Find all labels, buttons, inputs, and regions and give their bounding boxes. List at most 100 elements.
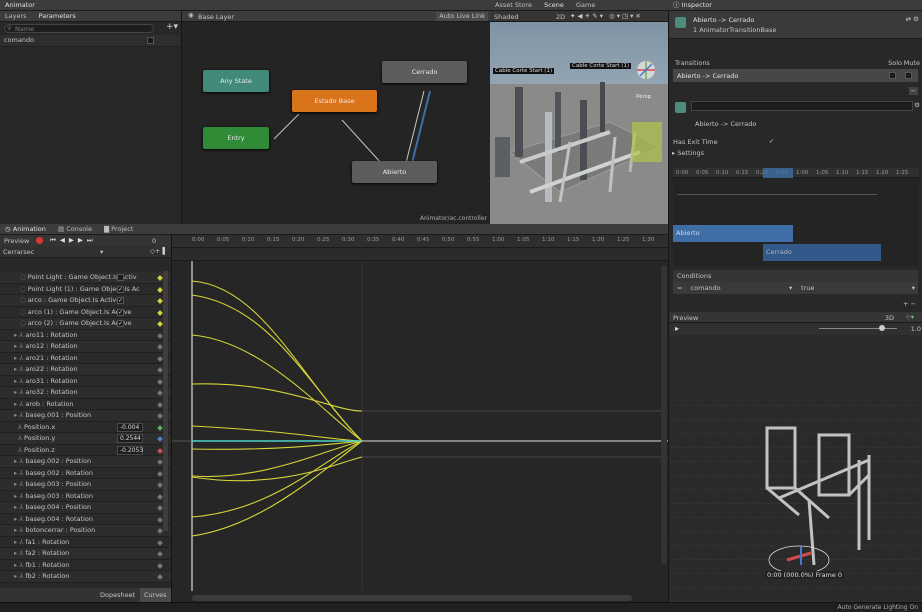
keyframe-diamond-icon[interactable] — [157, 344, 163, 350]
toggle-2d-button[interactable]: 2D — [556, 13, 565, 21]
keyframe-diamond-icon[interactable] — [157, 275, 163, 281]
condition-value-chevron[interactable]: ▾ — [912, 284, 915, 292]
add-parameter-button[interactable]: +▾ — [166, 22, 178, 32]
track-checkbox[interactable]: ✓ — [117, 320, 124, 327]
keyframe-diamond-icon[interactable] — [157, 470, 163, 477]
track-row[interactable]: ▸ ⅄ aro21 : Rotation — [0, 352, 171, 364]
preview-play-button[interactable]: ▸ — [675, 324, 679, 333]
keyframe-tools[interactable]: ◇+ ▌ — [150, 247, 168, 255]
state-estado-base[interactable]: Estado Base — [292, 90, 377, 112]
track-row[interactable]: ▸ ⅄ arob : Rotation — [0, 398, 171, 410]
curve-editor[interactable]: 0:00 0:05 0:10 0:15 0:20 0:25 0:30 0:35 0:40 0:45… — [172, 235, 668, 602]
timeline-dest-bar[interactable]: Cerrado — [763, 244, 881, 261]
track-row[interactable]: ▸ ⅄ aro12 : Rotation — [0, 341, 171, 353]
has-exit-time-checkbox[interactable]: ✓ — [769, 138, 774, 145]
track-checkbox[interactable] — [117, 274, 124, 281]
transition-timeline[interactable]: 0:000:050:100:150:200:251:001:051:101:15… — [673, 168, 919, 266]
parameter-toggle[interactable] — [147, 37, 154, 44]
keyframe-diamond-icon[interactable] — [157, 424, 163, 431]
animator-graph[interactable]: ◉ Base Layer Auto Live Link Any State En… — [182, 11, 490, 224]
dopesheet-button[interactable]: Dopesheet — [100, 591, 135, 599]
track-row[interactable]: ▸ ⅄ baseg.003 : Rotation — [0, 490, 171, 502]
keyframe-diamond-icon[interactable] — [157, 493, 163, 500]
track-row[interactable]: ▸ ⅄ baseg.001 : Position — [0, 410, 171, 422]
track-row[interactable]: ▸ ⅄ baseg.002 : Position — [0, 456, 171, 468]
keyframe-diamond-icon[interactable] — [157, 298, 163, 304]
keyframe-diamond-icon[interactable] — [157, 321, 163, 327]
timeline-source-bar[interactable]: Abierto — [673, 225, 793, 242]
track-row[interactable]: ▸ ⅄ aro22 : Rotation — [0, 364, 171, 376]
scene-view[interactable]: Cable Corte Start (1) Cable Corte Start … — [490, 22, 668, 224]
track-value-field[interactable]: 0.2544 — [117, 434, 143, 443]
condition-value-dropdown[interactable]: true — [801, 284, 814, 292]
track-row[interactable]: ⅄ Position.x -0.004 — [0, 421, 171, 433]
tab-animator[interactable]: Animator — [0, 0, 40, 10]
frame-field[interactable]: 0 — [152, 237, 156, 245]
settings-foldout[interactable]: ▸ Settings — [672, 149, 704, 157]
keyframe-diamond-icon[interactable] — [157, 413, 163, 419]
state-entry[interactable]: Entry — [203, 127, 269, 149]
remove-condition-button[interactable]: − — [911, 300, 916, 308]
tab-game[interactable]: Game — [571, 0, 600, 10]
track-row[interactable]: ⅄ Position.z -0.2053 — [0, 444, 171, 456]
track-row[interactable]: ◌ arco : Game Object.Is Active ✓ — [0, 295, 171, 307]
preview-toggle[interactable]: Preview — [4, 237, 29, 245]
tab-inspector[interactable]: ⓘ Inspector — [668, 0, 717, 10]
condition-param-dropdown[interactable]: = comando — [677, 284, 721, 292]
condition-param-chevron[interactable]: ▾ — [789, 284, 792, 292]
shading-mode-dropdown[interactable]: Shaded — [494, 13, 518, 21]
track-row[interactable]: ⅄ Position.y 0.2544 — [0, 433, 171, 445]
track-row[interactable]: ▸ ⅄ fa1 : Rotation — [0, 536, 171, 548]
preview-pivot-icon[interactable]: ⊹▾ — [905, 313, 914, 321]
track-row[interactable]: ▸ ⅄ fb1 : Rotation — [0, 559, 171, 571]
keyframe-diamond-icon[interactable] — [157, 286, 163, 293]
tab-console[interactable]: ▤ Console — [53, 224, 97, 234]
inspector-settings-icon[interactable]: ⇄ ⚙ — [906, 15, 919, 23]
tab-animation[interactable]: ◷ Animation — [0, 224, 51, 234]
track-row[interactable]: ◌ Point Light (1) : Game Object.Is Ac ✓ — [0, 283, 171, 295]
transition-list-item[interactable]: Abierto -> Cerrado — [673, 69, 918, 82]
track-value-field[interactable]: -0.2053 — [117, 445, 143, 455]
transition-name-field[interactable] — [691, 101, 913, 111]
keyframe-diamond-icon[interactable] — [157, 447, 163, 454]
mute-checkbox[interactable] — [905, 72, 912, 79]
track-row[interactable]: ◌ arco (2) : Game Object.Is Active ✓ — [0, 318, 171, 330]
track-row[interactable]: ◌ arco (1) : Game Object.Is Active ✓ — [0, 306, 171, 318]
scene-persp-label[interactable]: Persp — [636, 94, 651, 100]
track-row[interactable]: ▸ ⅄ botoncerrar : Position — [0, 525, 171, 537]
keyframe-diamond-icon[interactable] — [157, 390, 163, 396]
track-row[interactable]: ▸ ⅄ baseg.003 : Position — [0, 479, 171, 491]
clip-dropdown-chevron[interactable]: ▾ — [100, 248, 103, 256]
curves-button[interactable]: Curves — [140, 588, 171, 602]
keyframe-diamond-icon[interactable] — [157, 436, 163, 442]
track-row[interactable]: ▸ ⅄ fa2 : Rotation — [0, 548, 171, 560]
clip-dropdown[interactable]: Cerrarsec — [3, 248, 34, 256]
track-row[interactable]: ▸ ⅄ baseg.004 : Rotation — [0, 513, 171, 525]
state-abierto[interactable]: Abierto — [352, 161, 437, 183]
track-row[interactable]: ▸ ⅄ aro11 : Rotation — [0, 329, 171, 341]
record-icon[interactable] — [36, 237, 43, 244]
track-value-field[interactable]: -0.004 — [117, 422, 143, 432]
curves-v-scrollbar[interactable] — [661, 265, 667, 565]
keyframe-diamond-icon[interactable] — [157, 551, 163, 557]
keyframe-diamond-icon[interactable] — [157, 574, 163, 580]
tab-asset-store[interactable]: Asset Store — [490, 0, 537, 10]
curves-h-scrollbar[interactable] — [192, 595, 632, 601]
layer-breadcrumb[interactable]: Base Layer — [198, 13, 234, 21]
transition-settings-icon[interactable]: ⚙ — [914, 101, 920, 109]
solo-checkbox[interactable] — [889, 72, 896, 79]
preview-speed-slider[interactable] — [819, 328, 897, 329]
tab-layers[interactable]: Layers — [0, 11, 32, 21]
parameter-row[interactable]: comando — [0, 35, 181, 47]
state-cerrado[interactable]: Cerrado — [382, 61, 467, 83]
track-row[interactable]: ◌ Point Light : Game Object.Is Activ — [0, 272, 171, 284]
tab-scene[interactable]: Scene — [539, 0, 569, 10]
auto-live-link-button[interactable]: Auto Live Link — [436, 12, 488, 21]
track-row[interactable]: ▸ ⅄ baseg.002 : Rotation — [0, 467, 171, 479]
keyframe-diamond-icon[interactable] — [157, 562, 163, 569]
preview-speed-knob[interactable] — [879, 325, 885, 331]
parameter-search-input[interactable]: Name — [4, 24, 154, 33]
scene-tools-icons[interactable]: ✦◀☀✎▾ ◎▾◳▾✕ — [570, 12, 643, 20]
state-any-state[interactable]: Any State — [203, 70, 269, 92]
tab-parameters[interactable]: Parameters — [33, 11, 81, 21]
